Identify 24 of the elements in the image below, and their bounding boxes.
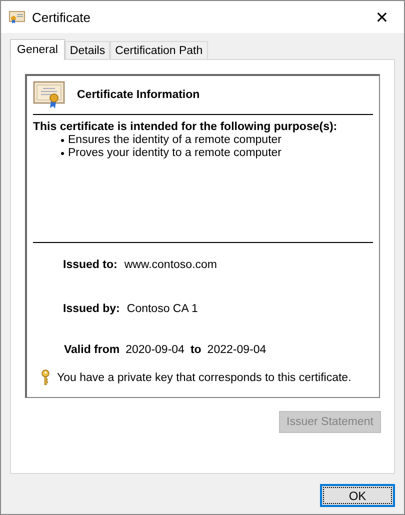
ok-button[interactable]: OK [320,484,395,507]
field-value: Contoso CA 1 [126,303,198,315]
close-button[interactable]: ✕ [360,1,404,33]
tab[interactable]: Details [64,41,110,59]
bullet-icon [61,152,64,155]
tab[interactable]: Certification Path [110,41,208,59]
field-label: to [190,344,202,356]
purpose-heading: This certificate is intended for the following purpose(s): [33,121,338,133]
field-label: Issued by: [63,303,120,315]
field-label: Valid from [64,344,120,356]
field-label: Issued to: [63,259,118,271]
field-value: www.contoso.com [124,259,217,271]
key-note: You have a private key that corresponds to this certificate. [57,372,352,384]
tab[interactable]: General [10,39,65,60]
purpose-text: Ensures the identity of a remote computer [68,134,282,147]
field-value: 2022-09-04 [207,344,266,356]
certificate-icon [9,10,25,24]
certificate-icon [33,81,65,109]
window-title: Certificate [32,10,92,24]
info-heading: Certificate Information [77,89,200,101]
purpose-text: Proves your identity to a remote computer [68,147,282,160]
field-value: 2020-09-04 [126,344,184,356]
bullet-icon [61,139,64,142]
key-icon [41,369,50,386]
